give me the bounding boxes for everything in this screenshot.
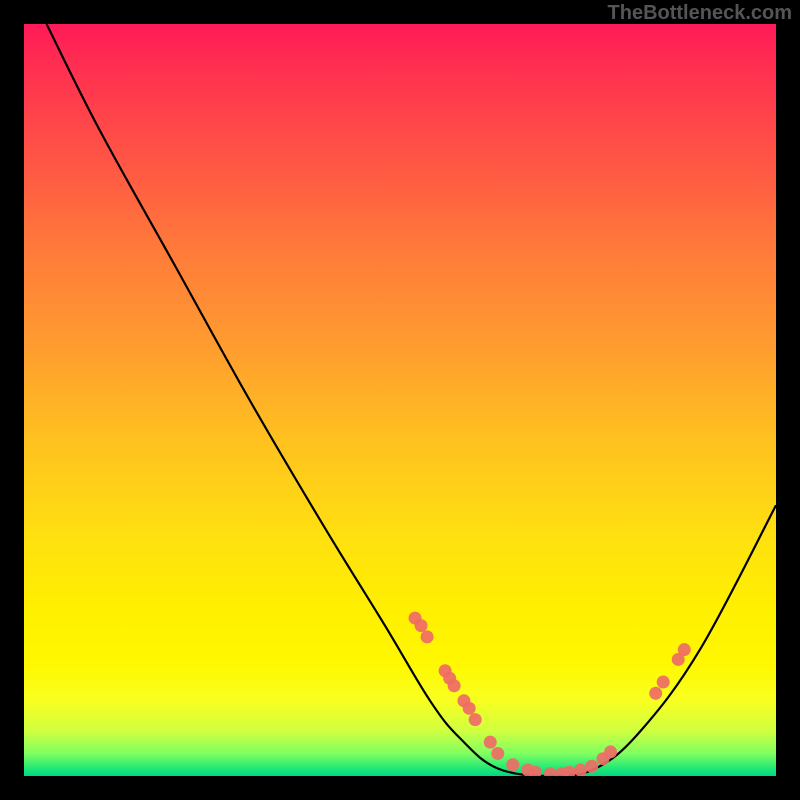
watermark-text: TheBottleneck.com [608,2,792,25]
bottleneck-curve [47,24,776,776]
data-marker [448,679,461,692]
chart-svg [24,24,776,776]
plot-area [24,24,776,776]
data-marker [415,619,428,632]
data-marker [469,713,482,726]
data-marker [544,767,557,776]
data-marker [484,736,497,749]
data-marker [649,687,662,700]
data-marker [506,758,519,771]
data-marker [585,760,598,773]
data-marker [574,763,587,776]
data-markers [409,612,691,776]
data-marker [491,747,504,760]
data-marker [657,676,670,689]
data-marker [678,643,691,656]
data-marker [604,745,617,758]
data-marker [463,702,476,715]
data-marker [421,630,434,643]
data-marker [563,766,576,776]
